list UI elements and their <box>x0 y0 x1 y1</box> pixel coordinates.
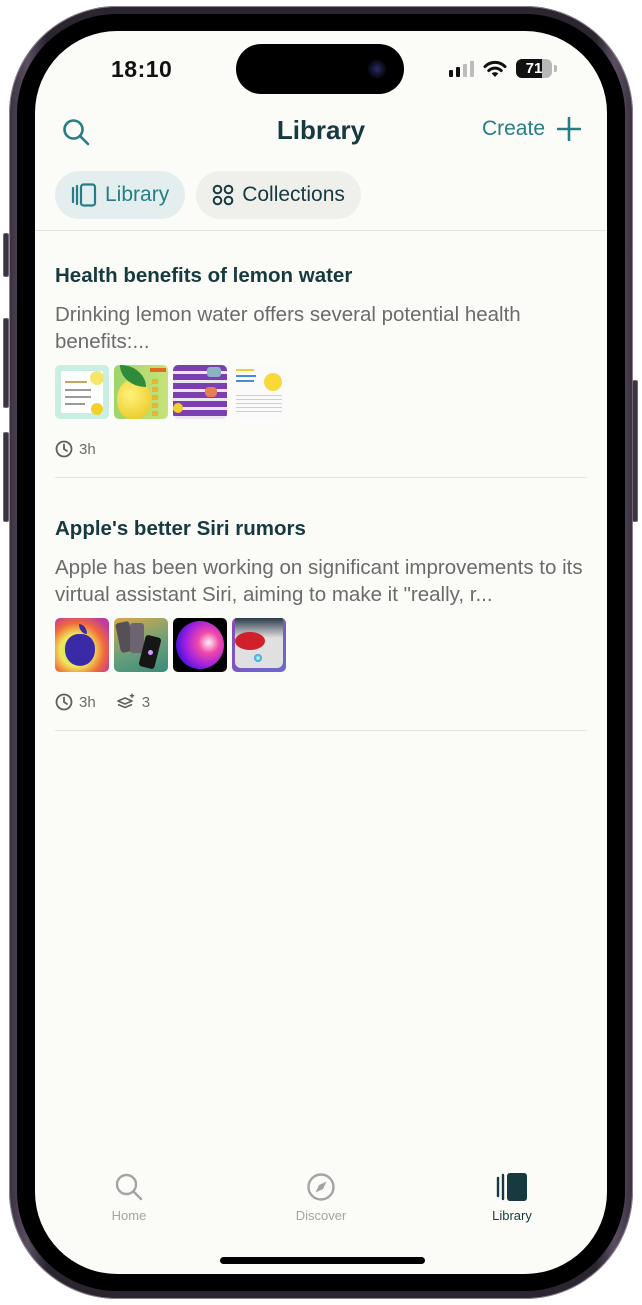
home-indicator[interactable] <box>220 1257 425 1264</box>
item-description: Drinking lemon water offers several pote… <box>55 303 521 353</box>
volume-down-button <box>3 432 9 522</box>
nav-home[interactable]: Home <box>69 1172 189 1223</box>
nav-library-label: Library <box>492 1208 532 1223</box>
nav-discover-label: Discover <box>295 1208 347 1223</box>
thumbnail-rainbow-apple-logo[interactable] <box>55 618 109 672</box>
clock-icon <box>55 440 73 458</box>
wifi-icon <box>483 60 507 77</box>
thumbnail-lemon-article[interactable] <box>232 365 286 419</box>
dynamic-island <box>236 44 404 94</box>
volume-up-button <box>3 318 9 408</box>
bottom-nav: Home Discover Library <box>35 1172 607 1232</box>
library-icon <box>496 1173 527 1201</box>
library-icon <box>71 183 97 207</box>
battery-icon: 71 <box>516 59 552 78</box>
status-indicators: 71 <box>449 59 557 78</box>
item-description: Apple has been working on significant im… <box>55 556 583 606</box>
camera-icon <box>368 60 386 78</box>
battery-tip <box>554 65 557 72</box>
tab-library-label: Library <box>105 183 170 206</box>
time-ago-label: 3h <box>79 693 96 711</box>
nav-discover[interactable]: Discover <box>261 1172 381 1223</box>
nav-home-label: Home <box>111 1208 147 1223</box>
sources-count-label: 3 <box>141 693 151 711</box>
segment-tabs: Library Collections <box>55 171 361 219</box>
clock-icon <box>55 693 73 711</box>
status-time: 18:10 <box>111 56 173 82</box>
nav-library[interactable]: Library <box>452 1172 572 1223</box>
plus-icon <box>557 117 581 141</box>
header-divider <box>35 230 607 231</box>
thumbnail-lemon-water-infographic[interactable] <box>55 365 109 419</box>
create-button[interactable]: Create <box>482 117 581 141</box>
battery-level: 71 <box>525 60 543 77</box>
tab-collections-label: Collections <box>242 183 345 206</box>
item-title: Apple's better Siri rumors <box>55 517 306 540</box>
item-meta: 3h 3 <box>55 693 587 711</box>
thumbnail-iphones-siri[interactable] <box>114 618 168 672</box>
item-divider <box>55 730 587 731</box>
time-ago: 3h <box>55 440 96 458</box>
action-button <box>3 233 9 277</box>
item-title: Health benefits of lemon water <box>55 264 353 287</box>
collections-icon <box>212 184 234 206</box>
time-ago-label: 3h <box>79 440 96 458</box>
search-icon <box>115 1173 143 1201</box>
list-item[interactable]: Health benefits of lemon water Drinking … <box>55 264 587 478</box>
power-button <box>632 380 638 522</box>
thumbnail-iphone-siri-screen[interactable] <box>232 618 286 672</box>
header: Library Create <box>35 111 607 155</box>
list-item[interactable]: Apple's better Siri rumors Apple has bee… <box>55 517 587 731</box>
thumbnail-lemon-fruit[interactable] <box>114 365 168 419</box>
compass-icon <box>307 1173 335 1201</box>
time-ago: 3h <box>55 693 96 711</box>
screen: 18:10 71 Library Create Library Collecti… <box>35 31 607 1274</box>
layers-icon <box>116 693 134 709</box>
item-thumbnails <box>55 618 587 672</box>
thumbnail-purple-benefits-list[interactable] <box>173 365 227 419</box>
item-thumbnails <box>55 365 587 419</box>
tab-library[interactable]: Library <box>55 171 186 219</box>
item-meta: 3h <box>55 440 587 458</box>
cellular-signal-icon <box>449 60 474 77</box>
thumbnail-siri-orb[interactable] <box>173 618 227 672</box>
tab-collections[interactable]: Collections <box>196 171 361 219</box>
create-label: Create <box>481 117 545 140</box>
sources-count: 3 <box>116 693 150 711</box>
item-divider <box>55 477 587 478</box>
